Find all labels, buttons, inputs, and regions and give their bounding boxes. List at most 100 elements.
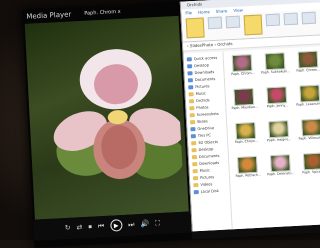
folder-icon bbox=[190, 133, 196, 138]
file-name: Paph. Sukhakulii... bbox=[260, 69, 291, 75]
media-player-window: Media Player Paph. Chrom x ↻ ⇄ ⏹ ⏮ ▶ ⏭ 🔊 bbox=[22, 1, 192, 240]
file-tile[interactable]: Paph. Chrom... bbox=[230, 121, 262, 156]
play-icon: ▶ bbox=[113, 221, 119, 229]
properties-button[interactable] bbox=[265, 13, 281, 27]
file-thumbnail bbox=[297, 50, 319, 69]
stop-button[interactable]: ⏹ bbox=[88, 223, 92, 231]
nav-item-label: Photos bbox=[196, 104, 209, 110]
folder-icon bbox=[190, 126, 196, 131]
nav-item-label: Desktop bbox=[198, 146, 214, 152]
file-tile[interactable]: Paph. Maudiae... bbox=[228, 87, 260, 122]
file-thumbnail bbox=[269, 154, 291, 173]
nav-item-label: Documents bbox=[198, 153, 220, 159]
explorer-body: Quick access Desktop Downloads Documents Pic… bbox=[183, 46, 320, 232]
file-thumbnail bbox=[298, 84, 320, 103]
nav-item-label: Slides bbox=[196, 118, 208, 124]
file-tile[interactable]: Paph. Sukhakulii... bbox=[259, 52, 291, 86]
file-thumbnail bbox=[233, 87, 255, 107]
folder-icon bbox=[193, 189, 199, 194]
folder-icon bbox=[188, 91, 194, 96]
file-thumbnail bbox=[235, 121, 257, 140]
file-name: Paph. Maudiae... bbox=[231, 104, 259, 111]
paste-button[interactable] bbox=[225, 15, 241, 29]
select-all-button[interactable] bbox=[301, 11, 317, 25]
file-tile[interactable]: Paph. Chrom... bbox=[292, 50, 320, 84]
nav-item-label: Orchids bbox=[195, 97, 210, 103]
file-tile[interactable]: Paph. Rothsch... bbox=[232, 155, 264, 190]
orchid-flower-image bbox=[53, 49, 184, 180]
video-frame[interactable] bbox=[24, 15, 189, 220]
tab-view[interactable]: View bbox=[233, 6, 243, 13]
player-file-name: Paph. Chrom x bbox=[84, 8, 121, 17]
file-name: Paph. Spicer... bbox=[302, 169, 320, 175]
nav-item-label: 3D Objects bbox=[198, 139, 219, 145]
file-name: Paph. Leeanum... bbox=[296, 101, 320, 107]
file-thumbnail bbox=[237, 155, 259, 174]
tab-home[interactable]: Home bbox=[198, 8, 210, 16]
player-app-title: Media Player bbox=[26, 10, 72, 21]
file-thumbnail bbox=[300, 118, 320, 137]
repeat-icon[interactable]: ↻ bbox=[65, 224, 71, 232]
file-name: Paph. Insigne... bbox=[266, 137, 292, 143]
file-name: Paph. Delenatii... bbox=[267, 170, 295, 177]
nav-item-label: Music bbox=[199, 167, 210, 173]
file-tile[interactable]: Paph. Jenny... bbox=[261, 86, 293, 120]
file-explorer-window: Orchids File Home Share View › SlidesPho… bbox=[179, 0, 320, 232]
tab-file[interactable]: File bbox=[185, 9, 192, 16]
file-thumbnail bbox=[264, 52, 286, 71]
projected-desktop: Media Player Paph. Chrom x ↻ ⇄ ⏹ ⏮ ▶ ⏭ 🔊 bbox=[22, 0, 320, 248]
star-icon bbox=[186, 56, 192, 61]
file-tile[interactable]: Paph. Spicer... bbox=[297, 152, 320, 186]
tab-share[interactable]: Share bbox=[216, 7, 228, 15]
folder-icon bbox=[188, 98, 195, 103]
folder-icon bbox=[187, 63, 193, 68]
folder-icon bbox=[193, 182, 199, 187]
nav-item-label: Music bbox=[195, 90, 206, 96]
folder-icon bbox=[187, 77, 193, 82]
nav-item-label: Local Disk bbox=[200, 188, 220, 194]
copy-button[interactable] bbox=[207, 16, 223, 30]
open-button[interactable] bbox=[283, 12, 299, 26]
next-button[interactable]: ⏭ bbox=[128, 220, 135, 228]
file-tile[interactable]: Paph. Villosum... bbox=[295, 118, 320, 152]
fullscreen-icon[interactable]: ⛶ bbox=[155, 219, 160, 227]
folder-icon bbox=[189, 112, 195, 117]
folder-icon bbox=[187, 70, 193, 75]
nav-item-label: OneDrive bbox=[197, 125, 215, 131]
previous-button[interactable]: ⏮ bbox=[98, 222, 105, 230]
file-thumbnail bbox=[302, 152, 320, 171]
folder-icon bbox=[191, 147, 197, 152]
shuffle-icon[interactable]: ⇄ bbox=[76, 223, 82, 231]
folder-icon bbox=[189, 105, 195, 110]
nav-item-label: Screenshots bbox=[196, 111, 219, 117]
folder-icon bbox=[189, 119, 196, 124]
file-name: Paph. Jenny... bbox=[266, 103, 289, 109]
nav-item-label: Quick access bbox=[193, 55, 218, 61]
file-tile[interactable]: Paph. Insigne... bbox=[263, 120, 295, 154]
file-tile[interactable]: Paph. Delenatii... bbox=[265, 154, 297, 188]
nav-item-label: Videos bbox=[200, 181, 213, 187]
folder-icon bbox=[192, 168, 198, 173]
nav-item-label: Documents bbox=[194, 76, 216, 82]
file-name: Paph. Chrom... bbox=[234, 138, 259, 145]
file-name: Paph. Chrom... bbox=[296, 67, 320, 73]
file-tile[interactable]: Paph. Leeanum... bbox=[294, 84, 320, 118]
new-folder-button[interactable] bbox=[243, 14, 263, 36]
folder-icon bbox=[192, 175, 199, 180]
pin-button[interactable] bbox=[185, 17, 205, 39]
file-thumbnail bbox=[268, 120, 290, 139]
file-thumbnail bbox=[266, 86, 288, 105]
folder-icon bbox=[192, 161, 198, 166]
volume-icon[interactable]: 🔊 bbox=[140, 220, 149, 228]
file-thumbnail bbox=[231, 54, 253, 73]
file-name: Paph. Rothsch... bbox=[235, 172, 262, 179]
file-tile[interactable]: Paph. Chrom... bbox=[227, 54, 259, 88]
folder-icon bbox=[188, 84, 194, 89]
nav-item-label: This PC bbox=[197, 132, 212, 138]
nav-item[interactable]: Local Disk bbox=[191, 186, 230, 195]
nav-item-label: Downloads bbox=[194, 69, 215, 75]
nav-item-label: Downloads bbox=[199, 160, 220, 166]
folder-icon bbox=[191, 154, 198, 159]
folder-icon bbox=[191, 140, 197, 145]
play-button[interactable]: ▶ bbox=[109, 219, 123, 232]
